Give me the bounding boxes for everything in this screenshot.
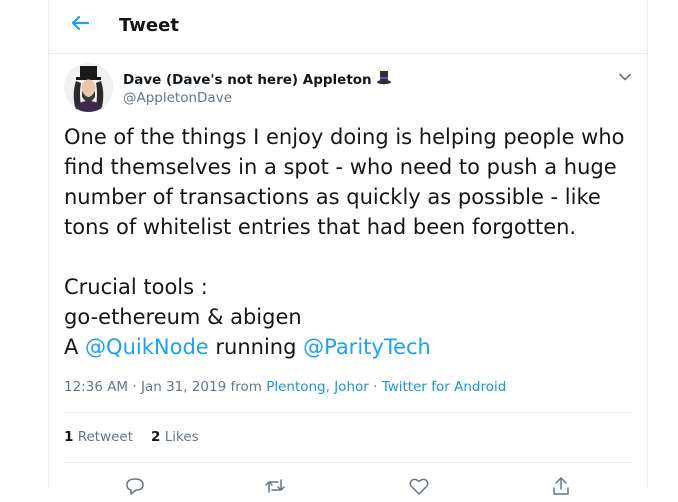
tweet-meta: 12:36 AM · Jan 31, 2019 from Plentong, J… [64,379,506,395]
tweet-stats: 1 Retweet 2 Likes [64,429,217,445]
tweet-date[interactable]: Jan 31, 2019 [141,379,226,395]
like-button[interactable] [407,474,431,498]
likes-count: 2 [151,429,161,445]
tweet-text: One of the things I enjoy doing is helpi… [64,122,634,362]
retweets-count: 1 [64,429,74,445]
author-handle[interactable]: @AppletonDave [123,90,232,106]
like-icon [407,478,431,502]
from-text: from [226,379,267,395]
retweet-icon [263,479,287,502]
page-title: Tweet [119,15,179,36]
tweet-line: go-ethereum & abigen [64,305,302,329]
retweet-button[interactable] [263,474,287,498]
likes-stat[interactable]: 2 Likes [151,429,199,445]
top-hat-icon [376,70,392,90]
tweet-line: find themselves in a spot - who need to … [64,155,617,179]
separator: · [128,379,141,395]
mention-link-quiknode[interactable]: @QuikNode [85,335,209,359]
avatar[interactable] [64,63,113,112]
tweet-column: Tweet Dave (Dave's not here) Appleton @A… [48,0,648,495]
more-options-button[interactable] [615,68,635,88]
source-link[interactable]: Twitter for Android [382,379,507,395]
reply-icon [123,478,147,502]
back-button[interactable] [65,10,95,40]
mention-link-paritytech[interactable]: @ParityTech [303,335,431,359]
retweets-label: Retweet [77,429,134,445]
author-name[interactable]: Dave (Dave's not here) Appleton [123,70,392,90]
tweet-text-fragment: A [64,335,86,359]
chevron-down-icon [618,69,632,88]
separator: · [368,379,382,395]
location-link[interactable]: Plentong, Johor [266,379,369,395]
retweets-stat[interactable]: 1 Retweet [64,429,133,445]
tweet-text-fragment: running [208,335,304,359]
tweet-header: Tweet [49,0,647,54]
divider [64,462,632,463]
likes-label: Likes [164,429,199,445]
share-button[interactable] [549,474,573,498]
reply-button[interactable] [123,474,147,498]
share-icon [549,477,573,502]
author-name-text: Dave (Dave's not here) Appleton [123,72,372,88]
tweet-line: Crucial tools : [64,275,208,299]
tweet-time[interactable]: 12:36 AM [64,379,128,395]
tweet-line: tons of whitelist entries that had been … [64,215,577,239]
arrow-left-icon [70,13,90,37]
tweet-line: A @QuikNode running @ParityTech [64,332,634,362]
tweet-line: number of transactions as quickly as pos… [64,185,601,209]
divider [64,412,632,413]
tweet-line: One of the things I enjoy doing is helpi… [64,125,625,149]
